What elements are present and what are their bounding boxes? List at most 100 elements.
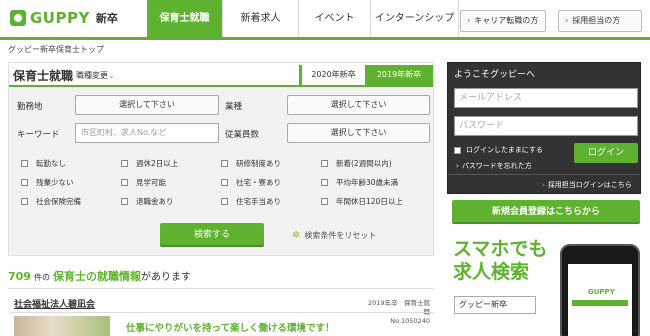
checkbox-label: 住宅手当あり: [236, 197, 281, 206]
checkbox-box[interactable]: [321, 160, 328, 167]
change-job-type-label: 職種変更: [76, 71, 108, 80]
result-tail: があります: [140, 272, 191, 283]
forgot-password-link[interactable]: › パスワードを忘れた方: [456, 161, 532, 171]
checkbox-less-overtime[interactable]: 残業少ない: [21, 177, 74, 188]
result-count-suffix: 件の: [33, 273, 50, 282]
checkbox-label: 年間休日120日以上: [336, 197, 403, 206]
site-header: GUPPY 新卒 保育士就職 新着求人 イベント インターンシップ › キャリア転…: [0, 0, 650, 40]
keep-logged-in[interactable]: ログインしたままにする: [454, 145, 543, 155]
checkbox-2days-off[interactable]: 週休2日以上: [121, 158, 178, 169]
checkbox-label: 転勤なし: [36, 159, 66, 168]
checkbox-label: 社会保険完備: [36, 197, 81, 206]
checkbox-holidays[interactable]: 年間休日120日以上: [321, 196, 403, 207]
site-logo[interactable]: GUPPY 新卒: [10, 9, 118, 27]
checkbox-label: 新着(2週間以内): [336, 159, 392, 168]
job-thumbnail[interactable]: [14, 316, 110, 336]
job-year-type: 2019年卒 保育士就職: [367, 299, 430, 316]
result-highlight: 保育士の就職情報: [52, 270, 141, 283]
checkbox-box[interactable]: [221, 198, 228, 205]
employees-select[interactable]: 選択して下さい: [287, 123, 430, 143]
keyword-input[interactable]: 市区町村、求人No.など: [75, 123, 219, 143]
login-button[interactable]: ログイン: [574, 143, 638, 163]
login-box: ようこそグッピーへ メールアドレス パスワード ログインしたままにする › パスワ…: [447, 62, 641, 194]
checkbox-no-transfer[interactable]: 転勤なし: [21, 158, 66, 169]
industry-label: 業種: [225, 102, 243, 112]
chevron-down-icon: ⌄: [108, 71, 115, 80]
industry-select[interactable]: 選択して下さい: [287, 95, 430, 115]
employer-login-link[interactable]: › 採用担当ログインはこちら: [542, 180, 632, 190]
nav-events[interactable]: イベント: [299, 0, 371, 37]
chevron-right-icon: ›: [467, 16, 471, 25]
checkbox-visit[interactable]: 見学可能: [121, 177, 166, 188]
checkbox-label: 平均年齢30歳未満: [336, 178, 399, 187]
checkbox-training[interactable]: 研修制度あり: [221, 158, 281, 169]
checkbox-box[interactable]: [321, 179, 328, 186]
search-title: 保育士就職: [13, 69, 74, 83]
checkbox-box[interactable]: [121, 198, 128, 205]
divider: [10, 312, 434, 313]
job-number: No.1050240: [390, 317, 430, 325]
login-title: ようこそグッピーへ: [454, 70, 536, 80]
location-select[interactable]: 選択して下さい: [75, 95, 219, 115]
email-input[interactable]: メールアドレス: [454, 88, 638, 108]
employer-login-label: 採用担当ログインはこちら: [547, 181, 632, 189]
recruiter-button[interactable]: › 採用担当の方: [558, 10, 642, 32]
reset-icon: ✲: [292, 230, 301, 241]
tab-2020[interactable]: 2020年新卒: [299, 65, 365, 85]
global-nav: 保育士就職 新着求人 イベント インターンシップ: [147, 0, 459, 37]
smartphone-promo-copy: スマホでも 求人検索: [453, 238, 547, 284]
chevron-right-icon: ›: [542, 181, 545, 189]
checkbox-box[interactable]: [221, 179, 228, 186]
checkbox-insurance[interactable]: 社会保険完備: [21, 196, 81, 207]
job-catchcopy[interactable]: 仕事にやりがいを持って楽しく働ける環境です！: [126, 320, 335, 334]
checkbox-new-arrivals[interactable]: 新着(2週間以内): [321, 158, 392, 169]
register-button[interactable]: 新規会員登録はこちらから: [452, 200, 640, 224]
checkbox-dormitory[interactable]: 社宅・寮あり: [221, 177, 281, 188]
checkbox-box[interactable]: [21, 160, 28, 167]
checkbox-label: 残業少ない: [36, 178, 74, 187]
keyword-label: キーワード: [17, 130, 60, 140]
checkbox-box[interactable]: [121, 160, 128, 167]
checkbox-box[interactable]: [21, 198, 28, 205]
checkbox-retirement[interactable]: 退職金あり: [121, 196, 174, 207]
checkbox-label: 見学可能: [136, 178, 166, 187]
nav-new-jobs[interactable]: 新着求人: [223, 0, 299, 37]
promo-line-2: 求人検索: [453, 261, 530, 283]
keep-logged-in-label: ログインしたままにする: [466, 146, 543, 154]
chevron-right-icon: ›: [565, 16, 569, 25]
password-input[interactable]: パスワード: [454, 116, 638, 136]
checkbox-housing[interactable]: 住宅手当あり: [221, 196, 281, 207]
location-label: 勤務地: [17, 102, 43, 112]
change-job-type[interactable]: 職種変更⌄: [76, 70, 115, 81]
recruiter-label: 採用担当の方: [572, 16, 621, 25]
forgot-password-label: パスワードを忘れた方: [461, 162, 532, 170]
checkbox-box[interactable]: [321, 198, 328, 205]
nav-internship[interactable]: インターンシップ: [371, 0, 459, 37]
checkbox-box[interactable]: [121, 179, 128, 186]
tab-2019[interactable]: 2019年新卒: [365, 65, 433, 85]
guppy-logo-icon: [10, 10, 26, 26]
employees-label: 従業員数: [225, 130, 260, 140]
checkbox-box[interactable]: [454, 146, 461, 154]
divider: [8, 288, 434, 289]
logo-text: GUPPY: [30, 9, 90, 27]
smartphone-image: GUPPY: [560, 244, 640, 336]
smartphone-search-input[interactable]: グッピー新卒: [454, 296, 536, 314]
job-org-link[interactable]: 社会福祉法人碧凪会: [14, 297, 95, 310]
career-change-label: キャリア転職の方: [474, 16, 539, 25]
checkbox-avg-age[interactable]: 平均年齢30歳未満: [321, 177, 398, 188]
logo-subtitle: 新卒: [95, 12, 118, 25]
career-change-button[interactable]: › キャリア転職の方: [460, 10, 546, 32]
divider: [448, 174, 640, 175]
checkbox-box[interactable]: [221, 160, 228, 167]
checkbox-box[interactable]: [21, 179, 28, 186]
result-summary: 709 件の 保育士の就職情報があります: [8, 268, 191, 284]
reset-conditions[interactable]: ✲ 検索条件をリセット: [292, 230, 376, 241]
nav-hoikushi-job[interactable]: 保育士就職: [147, 0, 223, 37]
search-button[interactable]: 検索する: [160, 223, 264, 247]
reset-label: 検索条件をリセット: [304, 231, 377, 240]
chevron-right-icon: ›: [456, 162, 459, 170]
checkbox-label: 研修制度あり: [236, 159, 281, 168]
smartphone-screen: GUPPY: [568, 264, 632, 336]
breadcrumb[interactable]: グッピー新卒保育士トップ: [8, 44, 104, 55]
